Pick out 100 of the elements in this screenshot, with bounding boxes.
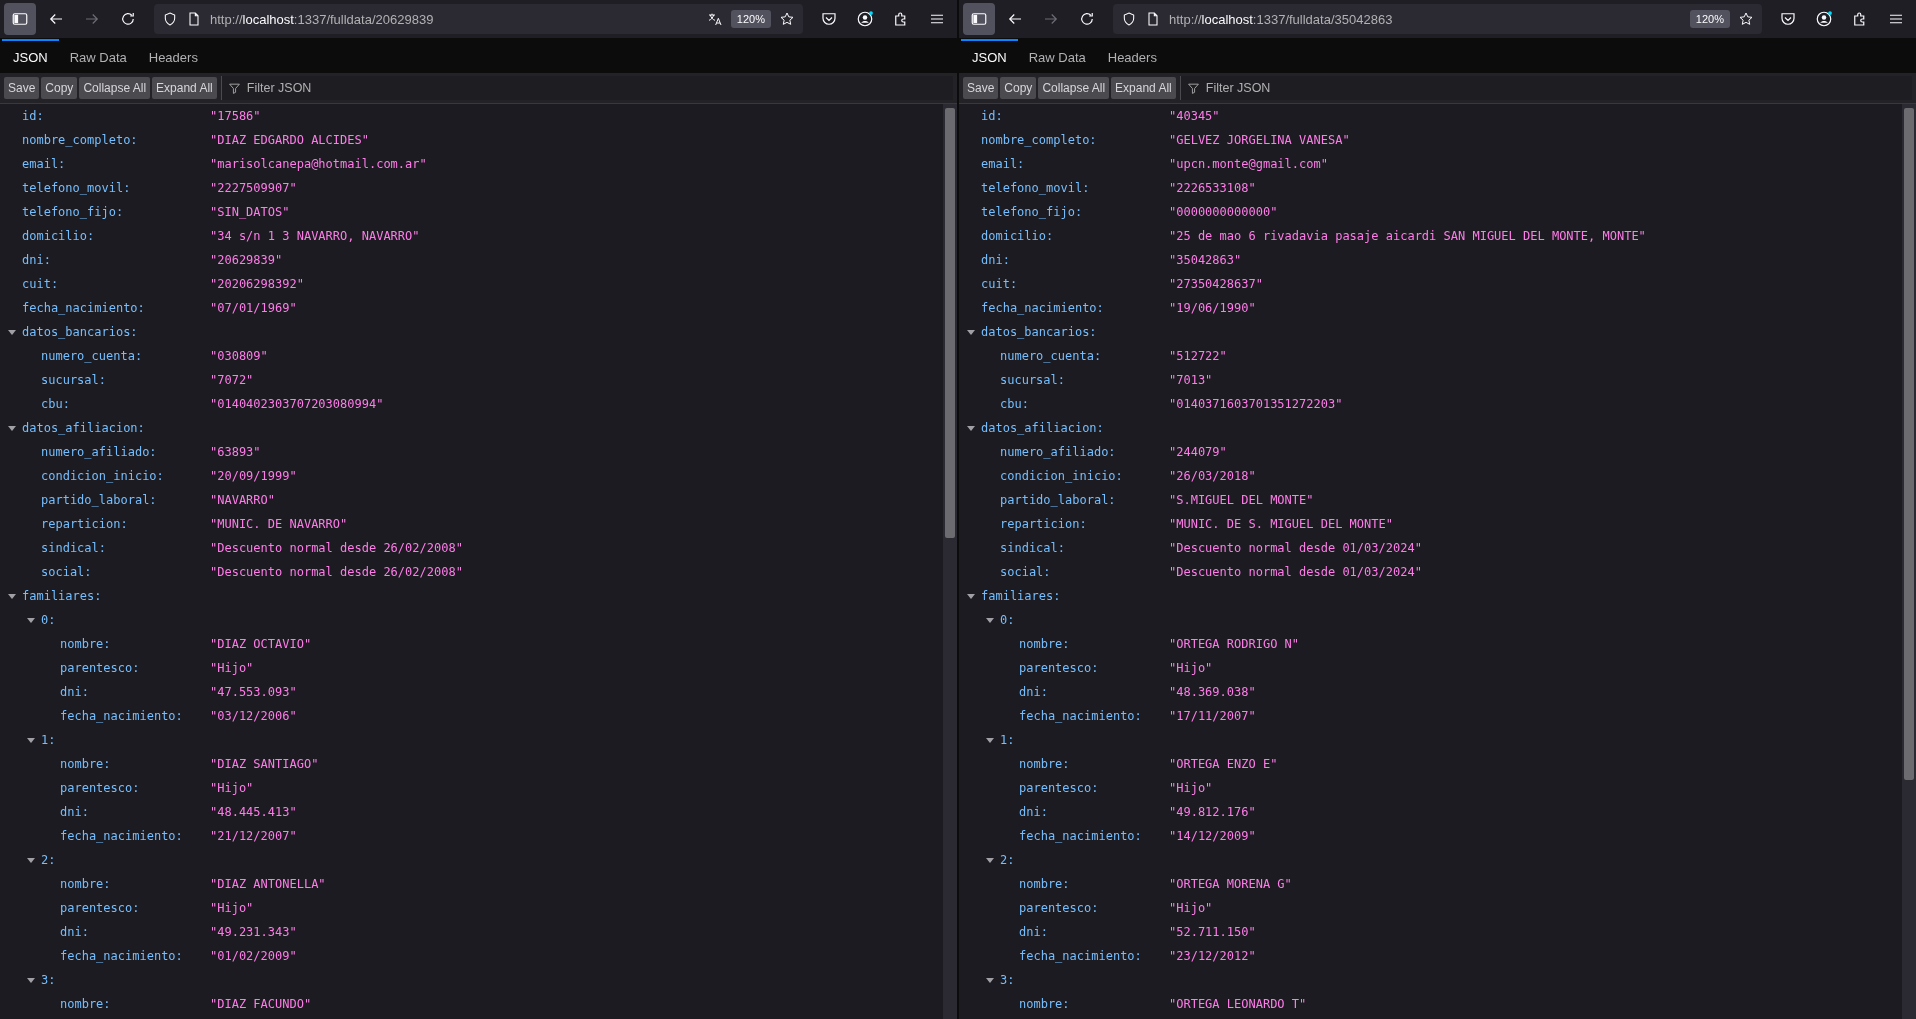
json-key: dni: (1019, 685, 1169, 699)
json-key: email: (981, 157, 1169, 171)
json-key: parentesco: (60, 781, 210, 795)
tab[interactable]: Raw Data (58, 39, 138, 73)
json-key: nombre_completo: (22, 133, 210, 147)
scrollbar[interactable] (1902, 104, 1916, 1019)
tab[interactable]: Headers (137, 39, 209, 73)
json-value: "34 s/n 1 3 NAVARRO, NAVARRO" (210, 229, 420, 243)
json-key: partido_laboral: (1000, 493, 1169, 507)
tab[interactable]: Headers (1096, 39, 1168, 73)
toolbar-button[interactable]: Copy (41, 77, 78, 99)
json-value: "Hijo" (1169, 781, 1213, 795)
json-key: 3: (41, 973, 210, 987)
json-value: "MUNIC. DE S. MIGUEL DEL MONTE" (1169, 517, 1393, 531)
shield-icon[interactable] (162, 11, 178, 27)
address-bar[interactable]: http://localhost:1337/fulldata/35042863 120% (1113, 4, 1762, 34)
page-icon[interactable] (1145, 11, 1161, 27)
expanded-arrow-icon[interactable] (985, 615, 995, 625)
json-key: nombre: (60, 997, 210, 1011)
toolbar-button[interactable]: Save (963, 77, 999, 99)
star-icon[interactable] (1738, 11, 1754, 27)
json-key: nombre: (60, 877, 210, 891)
expanded-arrow-icon[interactable] (7, 327, 17, 337)
expanded-arrow-icon[interactable] (966, 327, 976, 337)
toolbar-button[interactable]: Collapse All (79, 77, 151, 99)
json-value: "48.369.038" (1169, 685, 1256, 699)
json-value: "244079" (1169, 445, 1227, 459)
reload-icon[interactable] (1078, 10, 1096, 28)
json-value: "ORTEGA RODRIGO N" (1169, 637, 1300, 651)
json-key: 2: (41, 853, 210, 867)
json-value: "ORTEGA MORENA G" (1169, 877, 1292, 891)
filter-field[interactable]: Filter JSON (244, 80, 953, 96)
json-key: dni: (60, 805, 210, 819)
tab[interactable]: Raw Data (1017, 39, 1097, 73)
expanded-arrow-icon[interactable] (7, 423, 17, 433)
translate-icon[interactable] (706, 11, 723, 27)
scrollbar[interactable] (943, 104, 957, 1019)
address-bar[interactable]: http://localhost:1337/fulldata/20629839 120% (154, 4, 803, 34)
scrollbar-thumb[interactable] (945, 108, 955, 538)
star-icon[interactable] (779, 11, 795, 27)
json-key: telefono_fijo: (22, 205, 210, 219)
expanded-arrow-icon[interactable] (985, 855, 995, 865)
filter-box[interactable]: Filter JSON (220, 76, 953, 100)
filter-box[interactable]: Filter JSON (1179, 76, 1912, 100)
json-value: "Hijo" (210, 661, 254, 675)
expanded-arrow-icon[interactable] (966, 423, 976, 433)
filter-icon (227, 81, 241, 95)
url-text[interactable]: http://localhost:1337/fulldata/20629839 (210, 11, 434, 27)
json-key: 0: (41, 613, 210, 627)
toolbar-button[interactable]: Copy (1000, 77, 1037, 99)
json-value: "Hijo" (210, 901, 254, 915)
json-key: datos_bancarios: (981, 325, 1169, 339)
shield-icon[interactable] (1121, 11, 1137, 27)
account-icon[interactable] (856, 10, 874, 28)
json-value: "marisolcanepa@hotmail.com.ar" (210, 157, 427, 171)
expanded-arrow-icon[interactable] (7, 591, 17, 601)
expanded-arrow-icon[interactable] (966, 591, 976, 601)
json-key: dni: (60, 685, 210, 699)
json-key: fecha_nacimiento: (1019, 949, 1169, 963)
json-value: "MUNIC. DE NAVARRO" (210, 517, 348, 531)
json-key: datos_afiliacion: (981, 421, 1169, 435)
expanded-arrow-icon[interactable] (985, 735, 995, 745)
json-key: condicion_inicio: (41, 469, 210, 483)
json-key: parentesco: (1019, 661, 1169, 675)
json-value: "DIAZ ANTONELLA" (210, 877, 326, 891)
pocket-icon[interactable] (1779, 10, 1797, 28)
json-key: familiares: (981, 589, 1169, 603)
expanded-arrow-icon[interactable] (26, 855, 36, 865)
reload-icon[interactable] (119, 10, 137, 28)
json-key: reparticion: (41, 517, 210, 531)
json-value: "512722" (1169, 349, 1227, 363)
json-value: "ORTEGA ENZO E" (1169, 757, 1278, 771)
json-key: parentesco: (1019, 901, 1169, 915)
toolbar-button[interactable]: Expand All (152, 77, 217, 99)
url-text[interactable]: http://localhost:1337/fulldata/35042863 (1169, 11, 1393, 27)
expanded-arrow-icon[interactable] (985, 975, 995, 985)
json-key: fecha_nacimiento: (60, 829, 210, 843)
pocket-icon[interactable] (820, 10, 838, 28)
json-key: datos_bancarios: (22, 325, 210, 339)
toolbar-button[interactable]: Expand All (1111, 77, 1176, 99)
toolbar-button[interactable]: Save (4, 77, 40, 99)
page-icon[interactable] (186, 11, 202, 27)
scrollbar-thumb[interactable] (1904, 108, 1914, 780)
expanded-arrow-icon[interactable] (26, 975, 36, 985)
json-key: 0: (1000, 613, 1169, 627)
json-value: "17586" (210, 109, 261, 123)
expanded-arrow-icon[interactable] (26, 615, 36, 625)
sidebar-icon[interactable] (970, 10, 988, 28)
json-key: nombre_completo: (981, 133, 1169, 147)
json-value: "Hijo" (1169, 661, 1213, 675)
json-value: "01/02/2009" (210, 949, 297, 963)
zoom-badge[interactable]: 120% (1689, 10, 1730, 28)
zoom-badge[interactable]: 120% (730, 10, 771, 28)
filter-field[interactable]: Filter JSON (1203, 80, 1912, 96)
toolbar-button[interactable]: Collapse All (1038, 77, 1110, 99)
sidebar-icon[interactable] (11, 10, 29, 28)
account-icon[interactable] (1815, 10, 1833, 28)
json-value: "030809" (210, 349, 268, 363)
expanded-arrow-icon[interactable] (26, 735, 36, 745)
json-key: numero_afiliado: (1000, 445, 1169, 459)
